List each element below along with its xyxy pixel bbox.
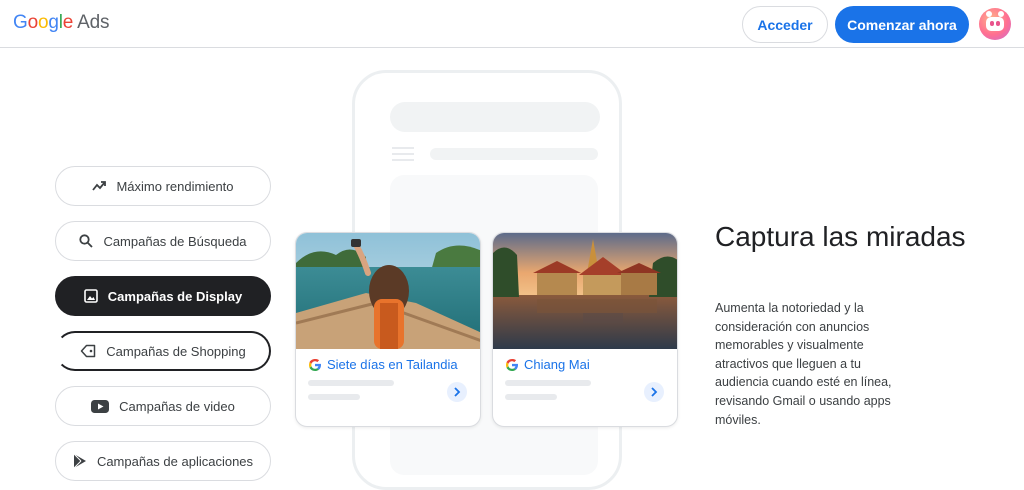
- ad-card-title-text: Chiang Mai: [524, 357, 590, 372]
- nav-item-label: Campañas de Búsqueda: [103, 233, 247, 249]
- logo-letter: g: [48, 12, 59, 33]
- nav-item-label: Campañas de Shopping: [106, 343, 246, 359]
- ad-card-title[interactable]: Siete días en Tailandia: [308, 357, 458, 372]
- nav-item-search-campaigns[interactable]: Campañas de Búsqueda: [55, 221, 271, 261]
- ad-card-thailand[interactable]: Siete días en Tailandia: [295, 232, 481, 427]
- logo-ads-text: Ads: [77, 12, 110, 33]
- robot-face-icon: [986, 17, 1004, 31]
- beach-boat-photo: [296, 233, 480, 349]
- ad-card-title[interactable]: Chiang Mai: [505, 357, 590, 372]
- hamburger-menu-icon: [392, 147, 414, 161]
- assistant-avatar-icon[interactable]: [979, 8, 1011, 40]
- tag-icon: [80, 344, 96, 358]
- hero-headline: Captura las miradas: [715, 221, 966, 252]
- trend-icon: [92, 180, 107, 192]
- placeholder-line: [308, 394, 360, 400]
- chevron-right-icon[interactable]: [447, 382, 467, 402]
- nav-item-label: Máximo rendimiento: [116, 178, 234, 194]
- nav-item-display-campaigns[interactable]: Campañas de Display: [55, 276, 271, 316]
- google-g-icon: [505, 358, 519, 372]
- nav-item-performance-max[interactable]: Máximo rendimiento: [55, 166, 271, 206]
- phone-placeholder-bar: [430, 148, 598, 160]
- logo-letter: o: [37, 12, 49, 33]
- hero-description: Aumenta la notoriedad y la consideración…: [715, 301, 892, 427]
- nav-item-shopping-campaigns[interactable]: Campañas de Shopping: [55, 331, 271, 371]
- top-header: Google Ads Acceder Comenzar ahora: [0, 0, 1024, 48]
- start-now-button[interactable]: Comenzar ahora: [835, 6, 969, 43]
- nav-item-video-campaigns[interactable]: Campañas de video: [55, 386, 271, 426]
- ad-card-title-text: Siete días en Tailandia: [327, 357, 458, 372]
- youtube-icon: [91, 399, 110, 413]
- nav-item-label: Campañas de Display: [107, 288, 243, 304]
- nav-item-label: Campañas de video: [119, 398, 235, 414]
- placeholder-line: [308, 380, 394, 386]
- logo-letter: G: [13, 12, 28, 33]
- placeholder-line: [505, 380, 591, 386]
- nav-item-app-campaigns[interactable]: Campañas de aplicaciones: [55, 441, 271, 481]
- placeholder-line: [505, 394, 557, 400]
- login-button[interactable]: Acceder: [742, 6, 828, 43]
- chevron-right-icon[interactable]: [644, 382, 664, 402]
- phone-placeholder-bar: [390, 102, 600, 132]
- google-play-icon: [73, 453, 87, 469]
- google-g-icon: [308, 358, 322, 372]
- ad-card-chiang-mai[interactable]: Chiang Mai: [492, 232, 678, 427]
- logo-letter: e: [62, 12, 74, 33]
- nav-item-label: Campañas de aplicaciones: [96, 453, 254, 469]
- google-ads-logo[interactable]: Google Ads: [13, 12, 109, 34]
- logo-letter: o: [27, 12, 39, 33]
- search-icon: [79, 234, 94, 248]
- temple-photo: [493, 233, 677, 349]
- image-icon: [83, 289, 98, 303]
